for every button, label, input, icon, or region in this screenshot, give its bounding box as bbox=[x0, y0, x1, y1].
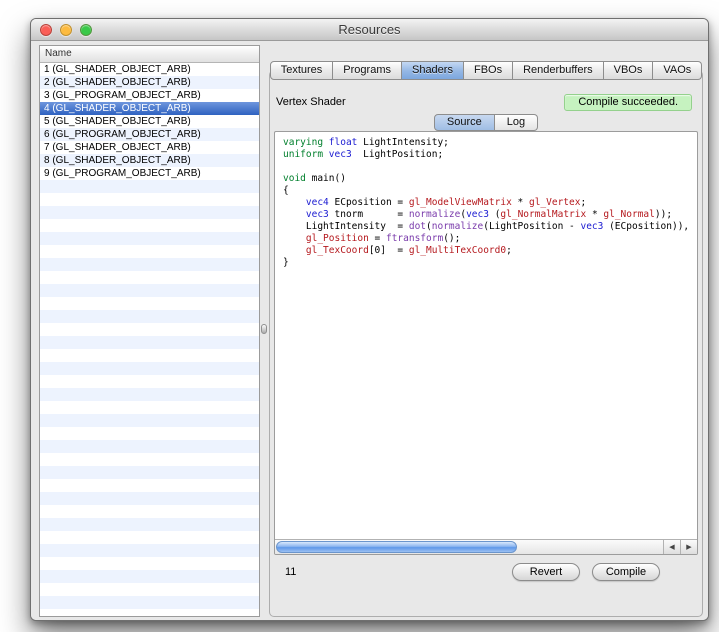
line-count: 11 bbox=[282, 566, 296, 578]
horizontal-scrollbar[interactable]: ◀ ▶ bbox=[275, 539, 697, 554]
tab-fbos[interactable]: FBOs bbox=[464, 61, 513, 80]
list-empty-row bbox=[40, 180, 259, 193]
panel-footer: 11 Revert Compile bbox=[282, 561, 660, 583]
list-empty-row bbox=[40, 531, 259, 544]
list-empty-row bbox=[40, 492, 259, 505]
tab-shaders[interactable]: Shaders bbox=[402, 61, 464, 80]
list-item[interactable]: 6 (GL_PROGRAM_OBJECT_ARB) bbox=[40, 128, 259, 141]
compile-status-badge: Compile succeeded. bbox=[564, 94, 692, 111]
code-box: varying float LightIntensity;uniform vec… bbox=[274, 131, 698, 555]
panel-header: Vertex Shader Compile succeeded. bbox=[276, 93, 692, 111]
code-line: } bbox=[283, 257, 697, 269]
list-header-name[interactable]: Name bbox=[40, 46, 259, 63]
code-line: varying float LightIntensity; bbox=[283, 137, 697, 149]
list-item[interactable]: 5 (GL_SHADER_OBJECT_ARB) bbox=[40, 115, 259, 128]
code-editor[interactable]: varying float LightIntensity;uniform vec… bbox=[275, 132, 697, 539]
list-empty-row bbox=[40, 479, 259, 492]
scrollbar-track[interactable] bbox=[275, 540, 663, 554]
list-empty-row bbox=[40, 310, 259, 323]
list-empty-row bbox=[40, 583, 259, 596]
list-empty-row bbox=[40, 271, 259, 284]
list-empty-row bbox=[40, 570, 259, 583]
list-empty-row bbox=[40, 323, 259, 336]
code-line: gl_Position = ftransform(); bbox=[283, 233, 697, 245]
list-item[interactable]: 3 (GL_PROGRAM_OBJECT_ARB) bbox=[40, 89, 259, 102]
list-item[interactable]: 9 (GL_PROGRAM_OBJECT_ARB) bbox=[40, 167, 259, 180]
scroll-right-arrow-icon: ▶ bbox=[686, 543, 691, 551]
scrollbar-thumb[interactable] bbox=[276, 541, 517, 553]
code-line: LightIntensity = dot(normalize(LightPosi… bbox=[283, 221, 697, 233]
list-empty-row bbox=[40, 505, 259, 518]
titlebar[interactable]: Resources bbox=[31, 19, 708, 41]
list-empty-row bbox=[40, 336, 259, 349]
list-empty-row bbox=[40, 427, 259, 440]
scroll-right-button[interactable]: ▶ bbox=[680, 540, 697, 554]
tab-textures[interactable]: Textures bbox=[270, 61, 334, 80]
tab-programs[interactable]: Programs bbox=[333, 61, 402, 80]
list-empty-row bbox=[40, 206, 259, 219]
subtab-source[interactable]: Source bbox=[434, 114, 495, 131]
window-title: Resources bbox=[31, 19, 708, 41]
tab-vaos[interactable]: VAOs bbox=[653, 61, 702, 80]
revert-button[interactable]: Revert bbox=[512, 563, 580, 581]
resource-list[interactable]: Name 1 (GL_SHADER_OBJECT_ARB)2 (GL_SHADE… bbox=[39, 45, 260, 617]
list-empty-row bbox=[40, 258, 259, 271]
list-empty-row bbox=[40, 596, 259, 609]
shaders-tab-panel: Vertex Shader Compile succeeded. SourceL… bbox=[269, 70, 703, 617]
compile-button[interactable]: Compile bbox=[592, 563, 660, 581]
list-item[interactable]: 2 (GL_SHADER_OBJECT_ARB) bbox=[40, 76, 259, 89]
list-empty-row bbox=[40, 232, 259, 245]
list-empty-row bbox=[40, 466, 259, 479]
list-empty-row bbox=[40, 193, 259, 206]
tab-renderbuffers[interactable]: Renderbuffers bbox=[513, 61, 604, 80]
list-empty-row bbox=[40, 297, 259, 310]
subtab-log[interactable]: Log bbox=[495, 114, 538, 131]
list-item[interactable]: 4 (GL_SHADER_OBJECT_ARB) bbox=[40, 102, 259, 115]
list-empty-row bbox=[40, 401, 259, 414]
source-log-segmented-control: SourceLog bbox=[270, 114, 702, 131]
tab-bar: TexturesProgramsShadersFBOsRenderbuffers… bbox=[269, 61, 703, 80]
tab-vbos[interactable]: VBOs bbox=[604, 61, 654, 80]
list-empty-row bbox=[40, 284, 259, 297]
list-empty-row bbox=[40, 557, 259, 570]
list-item[interactable]: 7 (GL_SHADER_OBJECT_ARB) bbox=[40, 141, 259, 154]
list-empty-row bbox=[40, 453, 259, 466]
scroll-left-button[interactable]: ◀ bbox=[663, 540, 680, 554]
list-empty-row bbox=[40, 544, 259, 557]
list-empty-row bbox=[40, 388, 259, 401]
list-item[interactable]: 1 (GL_SHADER_OBJECT_ARB) bbox=[40, 63, 259, 76]
code-line: uniform vec3 LightPosition; bbox=[283, 149, 697, 161]
list-empty-row bbox=[40, 414, 259, 427]
code-line: void main() bbox=[283, 173, 697, 185]
scroll-left-arrow-icon: ◀ bbox=[669, 543, 674, 551]
footer-buttons: Revert Compile bbox=[512, 563, 660, 581]
list-empty-row bbox=[40, 440, 259, 453]
list-empty-row bbox=[40, 362, 259, 375]
shader-title: Vertex Shader bbox=[276, 96, 346, 108]
list-empty-row bbox=[40, 219, 259, 232]
code-line: { bbox=[283, 185, 697, 197]
list-empty-row bbox=[40, 609, 259, 616]
window-content: Name 1 (GL_SHADER_OBJECT_ARB)2 (GL_SHADE… bbox=[31, 41, 708, 620]
resource-list-body: 1 (GL_SHADER_OBJECT_ARB)2 (GL_SHADER_OBJ… bbox=[40, 63, 259, 616]
code-line: gl_TexCoord[0] = gl_MultiTexCoord0; bbox=[283, 245, 697, 257]
list-empty-row bbox=[40, 375, 259, 388]
resources-window: Resources Name 1 (GL_SHADER_OBJECT_ARB)2… bbox=[30, 18, 709, 621]
list-empty-row bbox=[40, 349, 259, 362]
list-item[interactable]: 8 (GL_SHADER_OBJECT_ARB) bbox=[40, 154, 259, 167]
code-line: vec3 tnorm = normalize(vec3 (gl_NormalMa… bbox=[283, 209, 697, 221]
list-empty-row bbox=[40, 245, 259, 258]
list-empty-row bbox=[40, 518, 259, 531]
code-line: vec4 ECposition = gl_ModelViewMatrix * g… bbox=[283, 197, 697, 209]
code-line bbox=[283, 161, 697, 173]
splitter-handle[interactable] bbox=[261, 324, 267, 334]
